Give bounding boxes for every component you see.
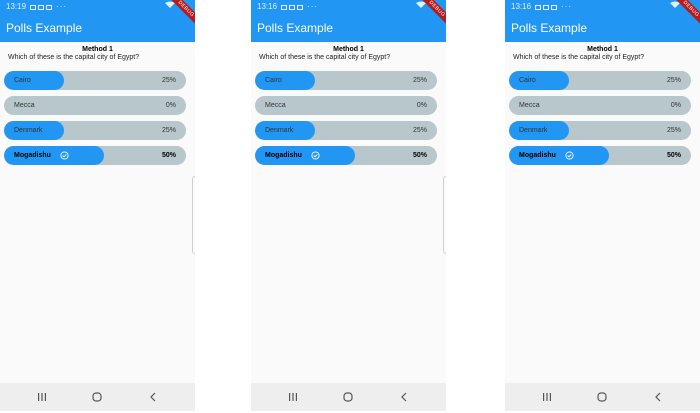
poll-options: Cairo 25% Mecca 0% Denmark 25% Mogadishu 50% bbox=[509, 71, 691, 171]
status-time: 13:16 bbox=[257, 2, 278, 11]
status-bar: 13:16 ··· bbox=[257, 1, 442, 13]
poll-option-percent: 25% bbox=[161, 127, 176, 134]
back-icon[interactable] bbox=[651, 390, 665, 404]
phone-screen-1: 13:19 ··· Polls Example DEBUG Method 1 W… bbox=[0, 0, 195, 411]
poll-option-label: Mogadishu bbox=[14, 152, 51, 159]
poll-option[interactable]: Denmark 25% bbox=[4, 121, 186, 140]
notification-icon bbox=[535, 4, 542, 10]
poll-option-label: Denmark bbox=[519, 127, 548, 134]
status-bar: 13:16 ··· bbox=[511, 1, 696, 13]
poll-options: Cairo 25% Mecca 0% Denmark 25% Mogadishu 50% bbox=[255, 71, 437, 171]
app-title: Polls Example bbox=[257, 21, 334, 35]
notification-icon bbox=[30, 4, 37, 10]
poll-option-result-bar bbox=[509, 71, 569, 90]
poll-option[interactable]: Mogadishu 50% bbox=[4, 146, 186, 165]
poll-question: Which of these is the capital city of Eg… bbox=[259, 54, 391, 61]
app-bar: 13:19 ··· Polls Example DEBUG bbox=[0, 0, 195, 42]
poll-option-percent: 25% bbox=[666, 127, 681, 134]
poll-question: Which of these is the capital city of Eg… bbox=[513, 54, 645, 61]
poll-option-label: Mecca bbox=[14, 102, 35, 109]
poll-option-percent: 25% bbox=[412, 77, 427, 84]
notification-icon bbox=[543, 4, 550, 10]
poll-option-percent: 50% bbox=[666, 152, 681, 159]
poll-option[interactable]: Mecca 0% bbox=[509, 96, 691, 115]
poll-option-percent: 0% bbox=[416, 102, 427, 109]
check-circle-icon bbox=[60, 151, 69, 160]
edge-panel-handle[interactable] bbox=[443, 176, 446, 254]
more-notifications-icon: ··· bbox=[56, 2, 68, 11]
poll-option-percent: 25% bbox=[666, 77, 681, 84]
app-title: Polls Example bbox=[511, 21, 588, 35]
check-circle-icon bbox=[311, 151, 320, 160]
system-nav-bar bbox=[0, 383, 195, 411]
poll-option-label: Cairo bbox=[14, 77, 31, 84]
home-icon[interactable] bbox=[341, 390, 355, 404]
home-icon[interactable] bbox=[90, 390, 104, 404]
app-bar: 13:16 ··· Polls Example DEBUG bbox=[251, 0, 446, 42]
poll-option-result-bar bbox=[255, 71, 315, 90]
poll-option[interactable]: Cairo 25% bbox=[4, 71, 186, 90]
notification-icon bbox=[551, 4, 558, 10]
poll-option-label: Denmark bbox=[14, 127, 43, 134]
poll-option-percent: 25% bbox=[161, 77, 176, 84]
status-time: 13:16 bbox=[511, 2, 532, 11]
poll-option[interactable]: Mogadishu 50% bbox=[255, 146, 437, 165]
app-bar: 13:16 ··· Polls Example DEBUG bbox=[505, 0, 700, 42]
poll-option-label: Cairo bbox=[265, 77, 282, 84]
poll-option-label: Mecca bbox=[265, 102, 286, 109]
poll-options: Cairo 25% Mecca 0% Denmark 25% Mogadishu 50% bbox=[4, 71, 186, 171]
poll-option[interactable]: Cairo 25% bbox=[255, 71, 437, 90]
home-icon[interactable] bbox=[595, 390, 609, 404]
recents-icon[interactable] bbox=[540, 390, 554, 404]
recents-icon[interactable] bbox=[286, 390, 300, 404]
poll-option-percent: 0% bbox=[670, 102, 681, 109]
phone-screen-3: 13:16 ··· Polls Example DEBUG Method 1 W… bbox=[505, 0, 700, 411]
app-title: Polls Example bbox=[6, 21, 83, 35]
system-nav-bar bbox=[505, 383, 700, 411]
poll-option[interactable]: Mecca 0% bbox=[4, 96, 186, 115]
poll-option-label: Cairo bbox=[519, 77, 536, 84]
recents-icon[interactable] bbox=[35, 390, 49, 404]
poll-option-percent: 50% bbox=[161, 152, 176, 159]
more-notifications-icon: ··· bbox=[561, 2, 573, 11]
poll-option-percent: 0% bbox=[165, 102, 176, 109]
notification-icon bbox=[46, 4, 53, 10]
poll-option-label: Mogadishu bbox=[519, 152, 556, 159]
system-nav-bar bbox=[251, 383, 446, 411]
poll-option-percent: 25% bbox=[412, 127, 427, 134]
edge-panel-handle[interactable] bbox=[192, 176, 195, 254]
notification-icon bbox=[38, 4, 45, 10]
back-icon[interactable] bbox=[397, 390, 411, 404]
poll-option-label: Mogadishu bbox=[265, 152, 302, 159]
poll-option-result-bar bbox=[4, 71, 64, 90]
status-bar: 13:19 ··· bbox=[6, 1, 191, 13]
phone-screen-2: 13:16 ··· Polls Example DEBUG Method 1 W… bbox=[251, 0, 446, 411]
more-notifications-icon: ··· bbox=[307, 2, 319, 11]
notification-icon bbox=[281, 4, 288, 10]
poll-option[interactable]: Cairo 25% bbox=[509, 71, 691, 90]
poll-option[interactable]: Mogadishu 50% bbox=[509, 146, 691, 165]
poll-question: Which of these is the capital city of Eg… bbox=[8, 54, 140, 61]
notification-icon bbox=[297, 4, 304, 10]
check-circle-icon bbox=[565, 151, 574, 160]
poll-option-label: Denmark bbox=[265, 127, 294, 134]
poll-option[interactable]: Mecca 0% bbox=[255, 96, 437, 115]
poll-option[interactable]: Denmark 25% bbox=[255, 121, 437, 140]
notification-icon bbox=[289, 4, 296, 10]
poll-option[interactable]: Denmark 25% bbox=[509, 121, 691, 140]
screenshot-stage: 13:19 ··· Polls Example DEBUG Method 1 W… bbox=[0, 0, 700, 413]
poll-option-label: Mecca bbox=[519, 102, 540, 109]
poll-option-percent: 50% bbox=[412, 152, 427, 159]
status-time: 13:19 bbox=[6, 2, 27, 11]
back-icon[interactable] bbox=[146, 390, 160, 404]
